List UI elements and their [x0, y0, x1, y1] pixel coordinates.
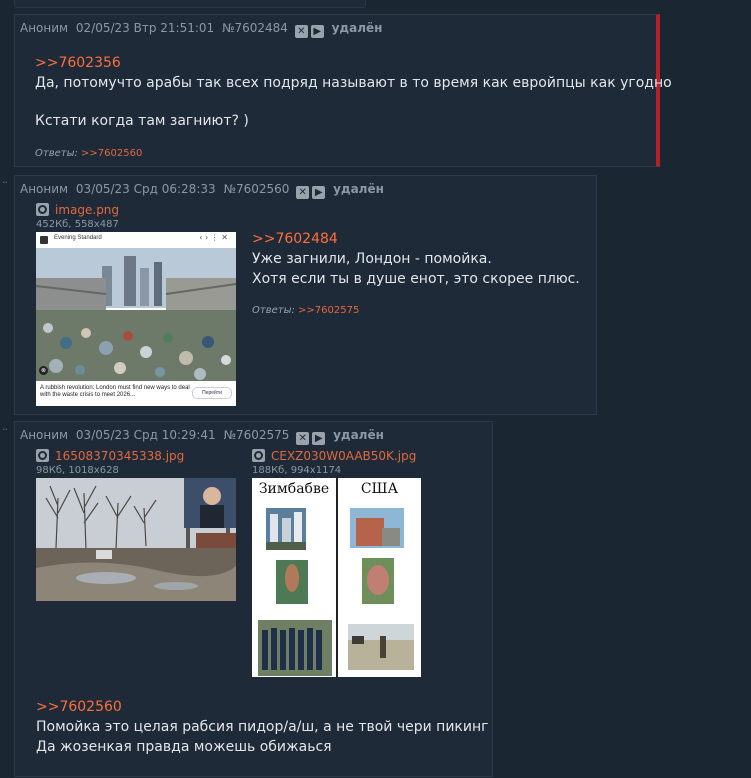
post-header: Аноним 03/05/23 Срд 06:28:33 №7602560 ✕ ▶… — [20, 182, 384, 199]
magnifier-icon[interactable] — [252, 449, 265, 462]
post-number[interactable]: №7602484 — [222, 21, 288, 35]
deleted-badge: удалён — [333, 428, 384, 442]
quote-link[interactable]: >>7602484 — [252, 229, 580, 249]
magnifier-icon[interactable] — [36, 203, 49, 216]
post-dots: ·· — [2, 423, 8, 436]
message-line: Помойка это целая рабсия пидор/а/ш, а не… — [36, 719, 489, 735]
image-thumbnail[interactable]: Evening Standard ‹ › ⋮ ✕ ⊗ A rubbish rev… — [36, 232, 236, 406]
message-line: Хотя если ты в душе енот, это скорее плю… — [252, 271, 580, 287]
file-name[interactable]: image.png — [55, 203, 119, 217]
message-line: Да, потомучто арабы так всех подряд назы… — [35, 75, 672, 91]
file-name[interactable]: 16508370345338.jpg — [55, 449, 184, 463]
reply-link[interactable]: >>7602575 — [298, 305, 359, 316]
replies: Ответы: >>7602575 — [252, 305, 359, 316]
replies: Ответы: >>7602560 — [35, 148, 142, 159]
close-icon[interactable]: ✕ — [296, 186, 310, 199]
deleted-badge: удалён — [333, 182, 384, 196]
play-icon[interactable]: ▶ — [312, 186, 326, 199]
post-message: >>7602560 Помойка это целая рабсия пидор… — [36, 697, 488, 757]
post-author: Аноним — [20, 182, 69, 196]
quote-link[interactable]: >>7602560 — [36, 697, 488, 717]
play-icon[interactable]: ▶ — [310, 25, 324, 38]
message-line: Уже загнили, Лондон - помойка. — [252, 251, 492, 267]
previous-post-frame — [14, 0, 366, 8]
post-number[interactable]: №7602560 — [223, 182, 289, 196]
post-7602560: Аноним 03/05/23 Срд 06:28:33 №7602560 ✕ ▶… — [14, 175, 597, 415]
post-date: 02/05/23 Втр 21:51:01 — [75, 21, 215, 35]
post-7602575: Аноним 03/05/23 Срд 10:29:41 №7602575 ✕ ▶… — [14, 421, 493, 777]
close-icon[interactable]: ✕ — [294, 25, 308, 38]
image-thumbnail[interactable] — [36, 478, 236, 601]
post-author: Аноним — [20, 428, 69, 442]
image-thumbnail[interactable]: Зимбабве США — [252, 478, 421, 677]
post-dots: ·· — [2, 176, 8, 189]
post-header: Аноним 03/05/23 Срд 10:29:41 №7602575 ✕ ▶… — [20, 428, 384, 445]
magnifier-icon[interactable] — [36, 449, 49, 462]
message-line: Кстати когда там загниют? ) — [35, 113, 249, 129]
replies-label: Ответы: — [35, 148, 78, 159]
muddy-street-photo — [36, 478, 236, 601]
post-7602484: Аноним 02/05/23 Втр 21:51:01 №7602484 ✕ ▶… — [14, 14, 672, 167]
file-meta: 452Кб, 558x487 — [36, 219, 119, 230]
post-header: Аноним 02/05/23 Втр 21:51:01 №7602484 ✕ ▶… — [20, 21, 382, 38]
message-line: Да жозенкая правда можешь обижаься — [36, 739, 332, 755]
file-meta: 98Кб, 1018x628 — [36, 465, 119, 476]
thumb-caption: A rubbish revolution: London must find n… — [40, 385, 190, 398]
post-message: >>7602484 Уже загнили, Лондон - помойка.… — [252, 229, 580, 289]
post-date: 03/05/23 Срд 06:28:33 — [75, 182, 216, 196]
file-name[interactable]: CEXZ030W0AAB50K.jpg — [271, 449, 416, 463]
quote-link[interactable]: >>7602356 — [35, 53, 672, 73]
thumb-source: Evening Standard — [54, 235, 102, 241]
file-link[interactable]: 16508370345338.jpg — [36, 449, 184, 463]
thumb-button: Перейти — [192, 387, 232, 399]
file-meta: 188Кб, 994x1174 — [252, 465, 342, 476]
replies-label: Ответы: — [252, 305, 295, 316]
close-icon[interactable]: ✕ — [296, 432, 310, 445]
file-link[interactable]: CEXZ030W0AAB50K.jpg — [252, 449, 416, 463]
post-date: 03/05/23 Срд 10:29:41 — [75, 428, 216, 442]
landfill-photo — [36, 248, 236, 381]
post-message: >>7602356 Да, потомучто арабы так всех п… — [35, 53, 672, 131]
file-link[interactable]: image.png — [36, 203, 119, 217]
deleted-badge: удалён — [331, 21, 383, 35]
comparison-collage — [258, 508, 414, 676]
reply-link[interactable]: >>7602560 — [81, 148, 142, 159]
post-author: Аноним — [20, 21, 69, 35]
post-number[interactable]: №7602575 — [223, 428, 289, 442]
play-icon[interactable]: ▶ — [312, 432, 326, 445]
